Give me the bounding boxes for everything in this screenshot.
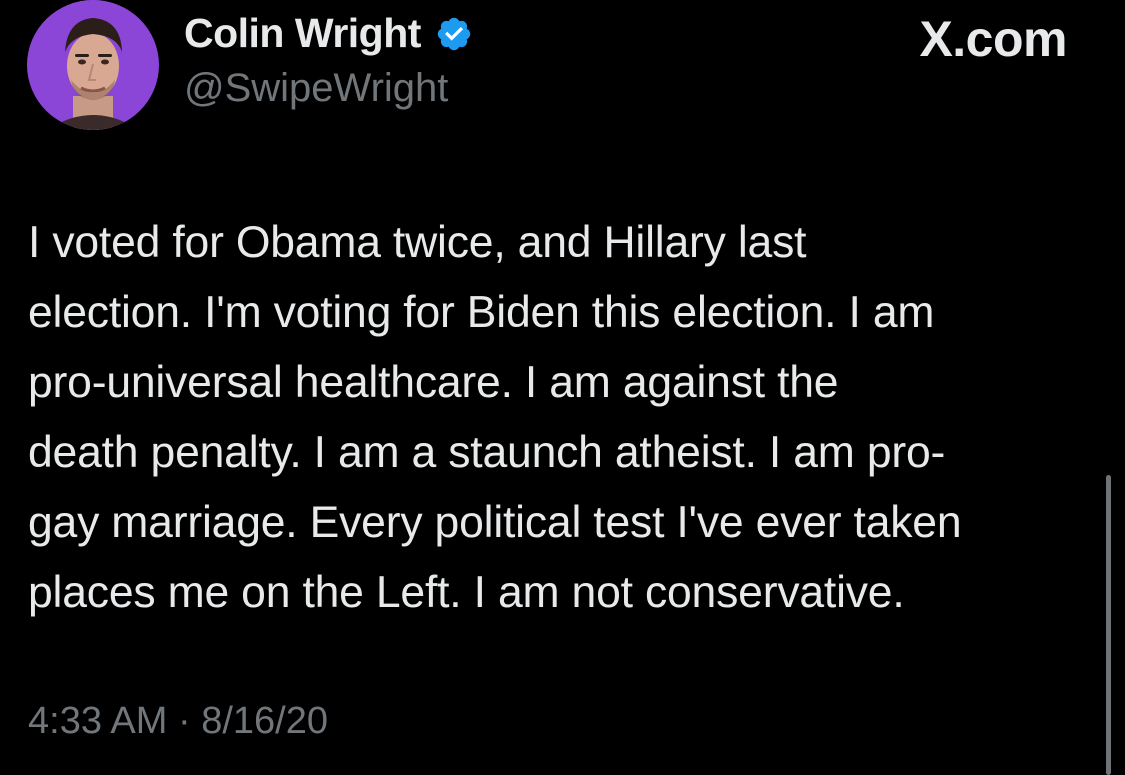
avatar[interactable] bbox=[27, 0, 159, 130]
tweet-timestamp[interactable]: 4:33 AM · 8/16/20 bbox=[28, 700, 328, 743]
tweet-text: I voted for Obama twice, and Hillary las… bbox=[28, 218, 962, 617]
site-brand-logo: X.com bbox=[919, 11, 1067, 67]
author-display-name[interactable]: Colin Wright bbox=[184, 10, 421, 57]
avatar-photo bbox=[28, 0, 158, 130]
scrollbar[interactable] bbox=[1106, 475, 1111, 775]
author-name[interactable]: Colin Wright bbox=[184, 10, 473, 57]
author-handle[interactable]: @SwipeWright bbox=[184, 66, 448, 111]
verified-badge-icon bbox=[435, 15, 473, 53]
